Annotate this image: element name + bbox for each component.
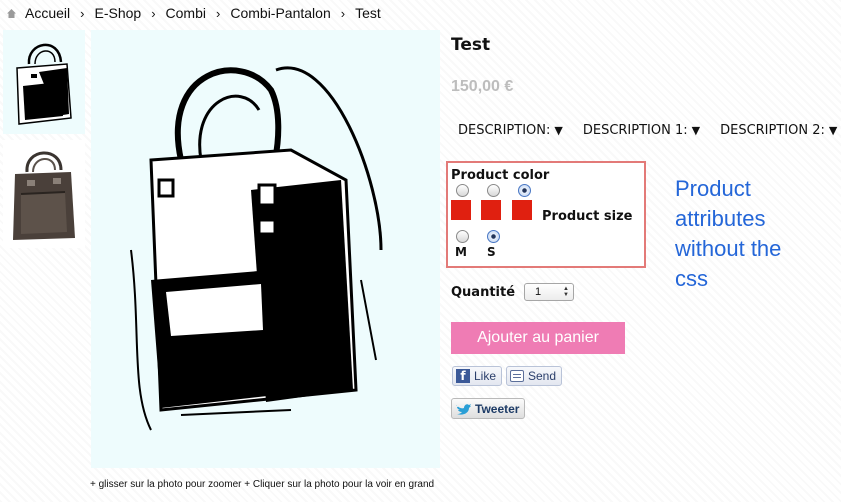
facebook-send-button[interactable]: Send bbox=[506, 366, 563, 386]
tab-description-label: DESCRIPTION: bbox=[458, 123, 551, 138]
main-product-image[interactable] bbox=[91, 30, 440, 468]
breadcrumb-current: Test bbox=[355, 5, 381, 21]
home-icon[interactable] bbox=[6, 8, 17, 19]
description-tabs: DESCRIPTION: ▼ DESCRIPTION 1: ▼ DESCRIPT… bbox=[458, 123, 837, 138]
like-label: Like bbox=[474, 369, 497, 383]
product-price: 150,00 € bbox=[451, 78, 514, 95]
color-swatch-2 bbox=[481, 200, 501, 220]
color-swatch-1 bbox=[451, 200, 471, 220]
quantity-label: Quantité bbox=[451, 285, 516, 300]
tab-description-2-label: DESCRIPTION 2: bbox=[720, 123, 825, 138]
triangle-down-icon: ▼ bbox=[691, 124, 701, 137]
facebook-like-button[interactable]: f Like bbox=[452, 366, 503, 386]
breadcrumb-accueil[interactable]: Accueil bbox=[25, 5, 70, 21]
breadcrumb-eshop[interactable]: E-Shop bbox=[94, 5, 141, 21]
color-radio-2[interactable] bbox=[487, 184, 500, 197]
select-arrows-icon: ▲ ▼ bbox=[563, 286, 569, 298]
product-title: Test bbox=[451, 35, 491, 55]
bag-sketch-thumbnail-image bbox=[16, 43, 72, 125]
gallery-caption: + glisser sur la photo pour zoomer + Cli… bbox=[90, 479, 435, 490]
breadcrumb-combi[interactable]: Combi bbox=[166, 5, 206, 21]
size-radio-s[interactable] bbox=[487, 230, 500, 243]
breadcrumb: Accueil › E-Shop › Combi › Combi-Pantalo… bbox=[0, 0, 841, 26]
thumbnail-bag-photo[interactable] bbox=[3, 140, 85, 248]
tweet-button[interactable]: Tweeter bbox=[451, 398, 526, 419]
facebook-icon: f bbox=[456, 369, 470, 383]
breadcrumb-combi-pantalon[interactable]: Combi-Pantalon bbox=[230, 5, 330, 21]
twitter-bird-icon bbox=[456, 403, 471, 415]
color-radio-3[interactable] bbox=[518, 184, 531, 197]
breadcrumb-separator: › bbox=[151, 5, 156, 21]
triangle-down-icon: ▼ bbox=[554, 124, 563, 137]
tab-description-1[interactable]: DESCRIPTION 1: ▼ bbox=[583, 123, 700, 138]
color-swatch-3 bbox=[512, 200, 532, 220]
product-color-label: Product color bbox=[451, 168, 550, 183]
quantity-value: 1 bbox=[535, 286, 542, 298]
bag-sketch-main-image bbox=[130, 66, 383, 431]
bag-photo-thumbnail-image bbox=[13, 151, 75, 240]
size-label-m: M bbox=[455, 245, 467, 259]
send-icon bbox=[510, 370, 524, 382]
tweet-label: Tweeter bbox=[475, 401, 520, 416]
quantity-select[interactable]: 1 ▲ ▼ bbox=[524, 283, 574, 301]
size-label-s: S bbox=[487, 245, 496, 259]
triangle-down-icon: ▼ bbox=[828, 124, 838, 137]
send-label: Send bbox=[528, 369, 557, 383]
thumbnail-bag-sketch[interactable] bbox=[3, 30, 85, 134]
breadcrumb-separator: › bbox=[216, 5, 221, 21]
add-to-cart-button[interactable]: Ajouter au panier bbox=[451, 322, 625, 354]
breadcrumb-separator: › bbox=[340, 5, 346, 21]
breadcrumb-separator: › bbox=[80, 5, 85, 21]
size-radio-m[interactable] bbox=[456, 230, 469, 243]
tab-description-1-label: DESCRIPTION 1: bbox=[582, 123, 688, 138]
tab-description-2[interactable]: DESCRIPTION 2: ▼ bbox=[720, 123, 837, 138]
annotation-note: Product attributes without the css bbox=[675, 176, 782, 291]
color-radio-1[interactable] bbox=[456, 184, 469, 197]
product-size-label: Product size bbox=[542, 209, 633, 224]
tab-description[interactable]: DESCRIPTION: ▼ bbox=[458, 123, 563, 138]
